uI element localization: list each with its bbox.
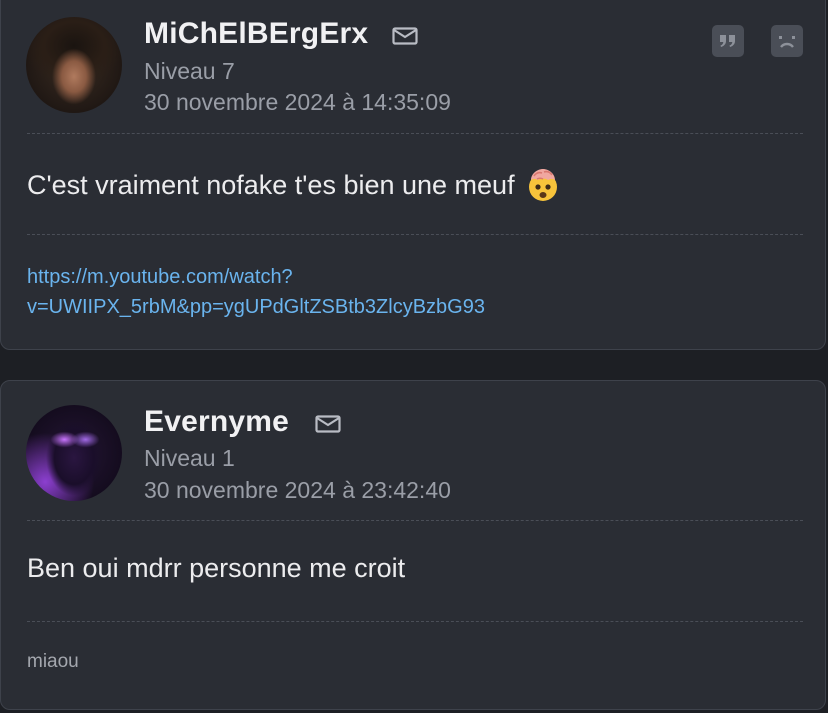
forum-post: Evernyme Niveau 1 30 novembre 2024 à 23:… xyxy=(0,380,826,710)
avatar[interactable] xyxy=(26,17,122,113)
post-username[interactable]: MiChElBErgErx xyxy=(144,17,368,51)
sad-face-icon xyxy=(779,36,795,48)
post-date[interactable]: 30 novembre 2024 à 14:35:09 xyxy=(144,89,451,116)
signature-text: miaou xyxy=(27,651,79,672)
divider xyxy=(27,133,803,134)
divider xyxy=(27,520,803,521)
signature-link-line[interactable]: v=UWIIPX_5rbM&pp=ygUPdGltZSBtb3ZlcyBzbG9… xyxy=(27,292,485,322)
user-level: Niveau 7 xyxy=(144,58,235,84)
report-button[interactable] xyxy=(771,25,803,57)
mail-icon[interactable] xyxy=(315,415,341,433)
post-message: C'est vraiment nofake t'es bien une meuf xyxy=(27,166,561,202)
divider xyxy=(27,234,803,235)
post-message: Ben oui mdrr personne me croit xyxy=(27,553,406,583)
user-level: Niveau 1 xyxy=(144,445,235,471)
post-date[interactable]: 30 novembre 2024 à 23:42:40 xyxy=(144,477,451,504)
quote-icon xyxy=(720,35,735,47)
signature-link[interactable]: https://m.youtube.com/watch? v=UWIIPX_5r… xyxy=(27,262,485,322)
exploding-head-emoji xyxy=(528,169,557,201)
quote-button[interactable] xyxy=(712,25,744,57)
message-text: C'est vraiment nofake t'es bien une meuf xyxy=(27,170,515,200)
avatar[interactable] xyxy=(26,405,122,501)
signature-link-line[interactable]: https://m.youtube.com/watch? xyxy=(27,262,485,292)
divider xyxy=(27,621,803,622)
forum-post: MiChElBErgErx Niveau 7 30 novembre 2024 … xyxy=(0,0,826,350)
forum-page: MiChElBErgErx Niveau 7 30 novembre 2024 … xyxy=(0,0,828,713)
post-username[interactable]: Evernyme xyxy=(144,405,289,439)
mail-icon[interactable] xyxy=(392,27,418,45)
